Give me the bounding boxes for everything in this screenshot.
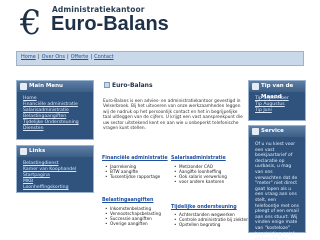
links-icon (20, 148, 27, 155)
links-title: Links (29, 148, 46, 154)
section-title-salaris[interactable]: Salarisadministratie (171, 156, 226, 161)
content-title: Euro-Balans (112, 82, 153, 89)
links-box: Links Belastingdienst Kamer van Koophand… (16, 145, 94, 193)
tip-header: Tip van de Maand (249, 81, 305, 100)
section-list-tijdelijke: Achterstanden wegwerken Controle adminis… (173, 212, 249, 227)
menu-icon (20, 83, 27, 90)
svg-text:€: € (19, 3, 42, 42)
section-title-tijdelijke[interactable]: Tijdelijke ondersteuning (171, 205, 237, 210)
service-text: Of u nu kiest voor een vast boekjaartari… (249, 137, 305, 240)
list-item: Opstellen begroting (173, 222, 249, 227)
service-icon (252, 128, 259, 135)
main-menu-box: Main Menu Home Financiële administratie … (16, 80, 94, 140)
section-title-belasting[interactable]: Belastingaangiften (102, 198, 153, 203)
main-menu-list: Home Financiële administratie Salarisadm… (17, 92, 93, 136)
section-list-financiele: Jaarrekening BTW aangifte Tussentijdse r… (104, 164, 160, 179)
topnav-over-ons[interactable]: Over Ons (42, 54, 65, 60)
site-header: € Administratiekantoor Euro-Balans (8, 0, 312, 44)
section-list-salaris: Met/zonder CAO Aangifte loonheffing Ook … (173, 164, 227, 184)
service-title: Service (261, 128, 284, 134)
topnav-contact[interactable]: Contact (94, 54, 113, 60)
menu-item-diensten[interactable]: Diensten (23, 126, 87, 132)
link-loonheffingskorting[interactable]: Loonheffingskorting (23, 185, 87, 191)
main-menu-header: Main Menu (17, 81, 93, 92)
top-navigation: Home | Over Ons | Offerte | Contact (16, 51, 304, 66)
tip-item-juni[interactable]: Tip Juni (255, 108, 299, 114)
intro-text: Euro-Balans is een advies- en administra… (103, 99, 243, 132)
euro-logo-icon[interactable]: € (18, 2, 48, 42)
list-item: voor andere kantoren (173, 179, 227, 184)
site-title[interactable]: Euro-Balans (51, 13, 169, 36)
page: € Administratiekantoor Euro-Balans Home |… (8, 0, 312, 240)
section-list-belasting: Inkomstenbelasting Vennootschapsbelastin… (104, 206, 161, 226)
topnav-offerte[interactable]: Offerte (71, 54, 89, 60)
list-item: Overige aangiften (104, 221, 161, 226)
tip-box: Tip van de Maand Tip September Tip Augus… (248, 80, 306, 121)
section-title-financiele[interactable]: Financiële administratie (102, 156, 168, 161)
main-menu-title: Main Menu (29, 83, 63, 89)
links-list: Belastingdienst Kamer van Koophandel Sta… (17, 157, 93, 195)
service-box: Service Of u nu kiest voor een vast boek… (248, 125, 306, 240)
tip-icon (252, 83, 259, 90)
content-heading: Euro-Balans (104, 82, 153, 92)
page-icon (104, 82, 110, 88)
topnav-home[interactable]: Home (21, 54, 36, 60)
list-item: Tussentijdse rapportage (104, 174, 160, 179)
links-header: Links (17, 146, 93, 157)
service-header: Service (249, 126, 305, 137)
